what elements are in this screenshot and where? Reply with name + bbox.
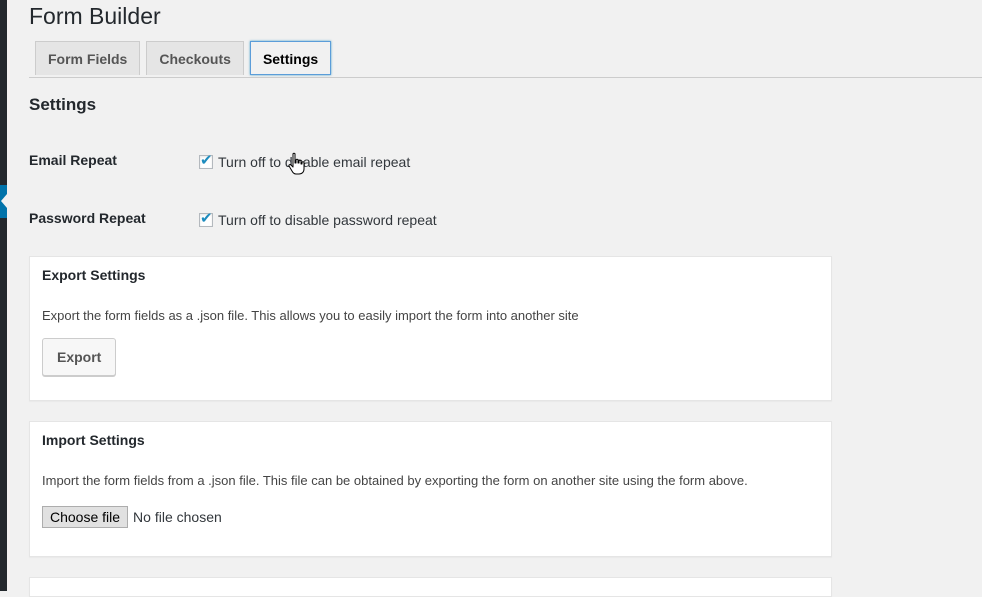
next-settings-card	[29, 577, 832, 597]
tab-form-fields[interactable]: Form Fields	[35, 41, 141, 75]
password-repeat-option[interactable]: ✔ Turn off to disable password repeat	[199, 210, 437, 228]
email-repeat-label: Email Repeat	[29, 152, 117, 168]
email-repeat-checkbox[interactable]: ✔	[199, 152, 213, 169]
export-settings-card: Export Settings Export the form fields a…	[29, 256, 832, 401]
tabs-divider	[29, 77, 982, 78]
password-repeat-label: Password Repeat	[29, 210, 146, 226]
tab-checkouts[interactable]: Checkouts	[146, 41, 244, 75]
choose-file-button[interactable]: Choose file	[42, 506, 129, 528]
file-status-text: No file chosen	[133, 509, 222, 525]
import-settings-card: Import Settings Import the form fields f…	[29, 421, 832, 557]
password-repeat-row: Password Repeat ✔ Turn off to disable pa…	[29, 210, 729, 230]
check-icon: ✔	[200, 152, 213, 169]
export-settings-description: Export the form fields as a .json file. …	[42, 308, 579, 323]
hand-pointer-icon	[288, 152, 305, 175]
check-icon: ✔	[200, 210, 213, 227]
export-button[interactable]: Export	[42, 338, 117, 376]
nav-tabs: Form Fields Checkouts Settings	[35, 41, 332, 75]
import-settings-title: Import Settings	[42, 432, 145, 448]
import-settings-description: Import the form fields from a .json file…	[42, 473, 748, 488]
page-title: Form Builder	[29, 3, 161, 29]
password-repeat-checkbox[interactable]: ✔	[199, 210, 213, 227]
tab-settings[interactable]: Settings	[249, 41, 332, 75]
email-repeat-checkbox-text: Turn off to disable email repeat	[218, 154, 411, 170]
admin-sidebar-strip	[0, 0, 7, 591]
export-settings-title: Export Settings	[42, 267, 146, 283]
admin-menu-current-indicator	[0, 185, 7, 218]
password-repeat-checkbox-text: Turn off to disable password repeat	[218, 212, 437, 228]
section-title: Settings	[29, 95, 97, 114]
import-file-input[interactable]: Choose file No file chosen	[42, 506, 222, 528]
email-repeat-row: Email Repeat ✔ Turn off to disable email…	[29, 152, 729, 172]
